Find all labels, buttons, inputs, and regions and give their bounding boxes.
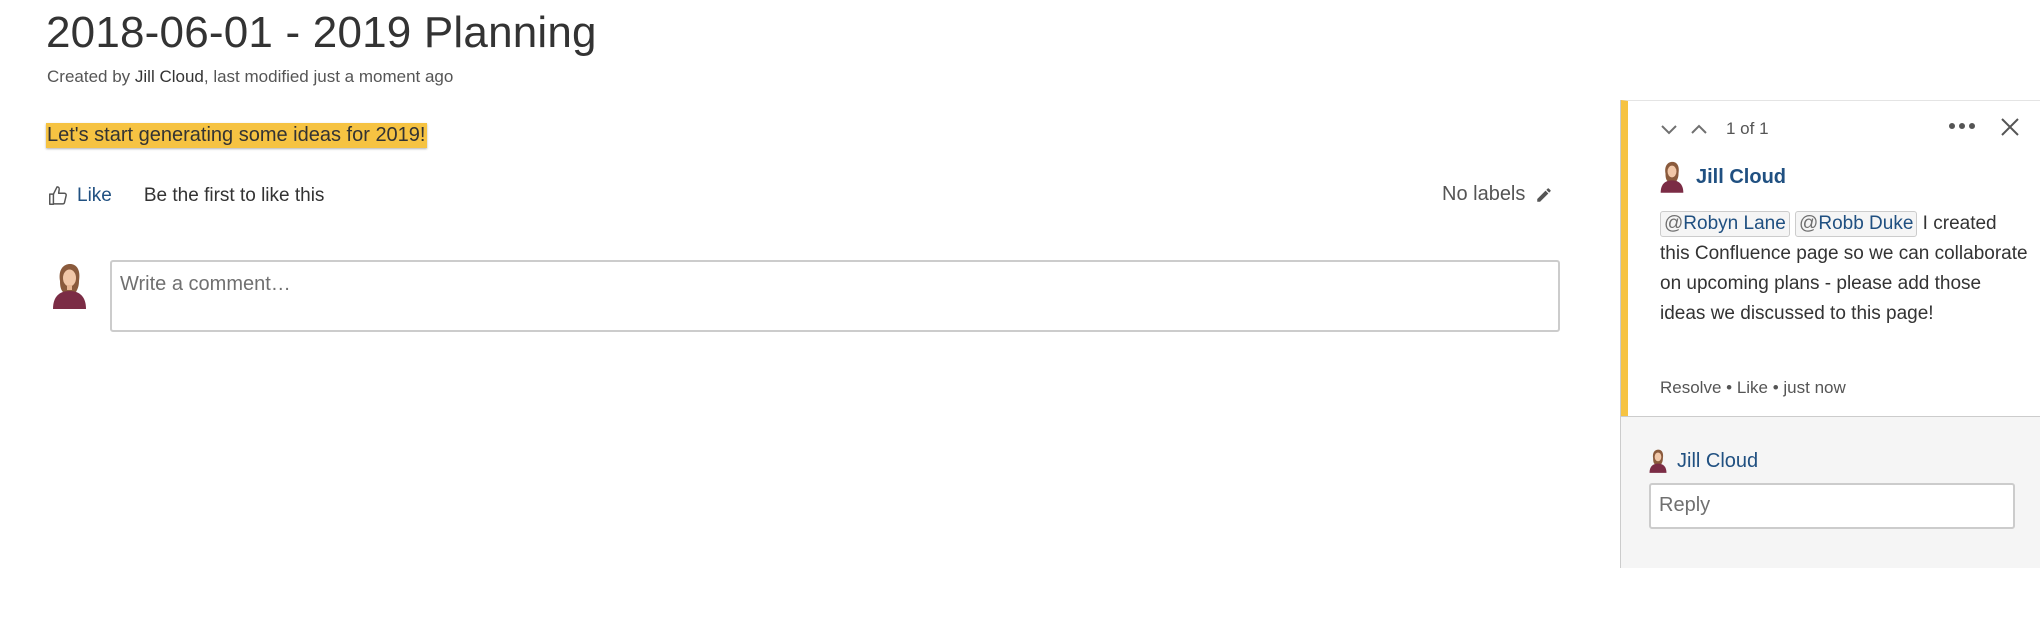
inline-comment-card: 1 of 1 Jill Cloud @Robyn Lane @Robb Duke… — [1621, 100, 2040, 416]
comment-input[interactable]: Write a comment… — [110, 260, 1560, 332]
mention-robyn-lane[interactable]: @Robyn Lane — [1660, 211, 1790, 237]
byline-prefix: Created by — [47, 67, 135, 86]
highlighted-text[interactable]: Let's start generating some ideas for 20… — [46, 123, 427, 148]
chevron-up-icon[interactable] — [1690, 122, 1708, 136]
reply-input[interactable]: Reply — [1649, 483, 2015, 529]
comment-author-name[interactable]: Jill Cloud — [1696, 166, 1786, 189]
no-labels-text: No labels — [1442, 183, 1526, 205]
reply-author: Jill Cloud — [1649, 449, 1758, 473]
byline-suffix: , last modified just a moment ago — [203, 67, 454, 86]
comment-author: Jill Cloud — [1660, 161, 1786, 193]
more-icon[interactable] — [1948, 121, 1976, 131]
pencil-icon[interactable] — [1535, 186, 1553, 204]
thumbs-up-icon — [49, 186, 67, 205]
avatar-icon — [53, 264, 86, 309]
mention-at: @ — [1664, 213, 1684, 234]
comment-actions[interactable]: Resolve • Like • just now — [1660, 378, 1846, 398]
like-summary: Be the first to like this — [143, 185, 325, 206]
page-byline: Created by Jill Cloud, last modified jus… — [47, 67, 453, 87]
like-bar: Like Be the first to like this — [47, 183, 324, 209]
byline-author-link[interactable]: Jill Cloud — [135, 67, 204, 86]
reply-area: Jill Cloud Reply — [1621, 416, 2040, 568]
avatar-icon — [1660, 161, 1684, 193]
inline-comment-panel: 1 of 1 Jill Cloud @Robyn Lane @Robb Duke… — [1620, 100, 2040, 568]
labels-area: No labels — [1442, 183, 1553, 206]
page-title: 2018-06-01 - 2019 Planning — [46, 8, 597, 57]
reply-author-name[interactable]: Jill Cloud — [1677, 450, 1758, 473]
mention-at: @ — [1799, 213, 1819, 234]
chevron-down-icon[interactable] — [1660, 122, 1678, 136]
comment-navigation: 1 of 1 — [1660, 119, 1769, 139]
mention-robb-duke[interactable]: @Robb Duke — [1795, 211, 1918, 237]
avatar-icon — [1649, 449, 1667, 473]
mention-name: Robb Duke — [1818, 213, 1914, 234]
like-label: Like — [77, 185, 112, 206]
close-icon[interactable] — [2000, 117, 2020, 137]
like-button[interactable]: Like — [47, 185, 112, 207]
mention-name: Robyn Lane — [1683, 213, 1786, 234]
comment-counter: 1 of 1 — [1726, 119, 1769, 138]
comment-body: @Robyn Lane @Robb Duke I created this Co… — [1660, 209, 2030, 329]
